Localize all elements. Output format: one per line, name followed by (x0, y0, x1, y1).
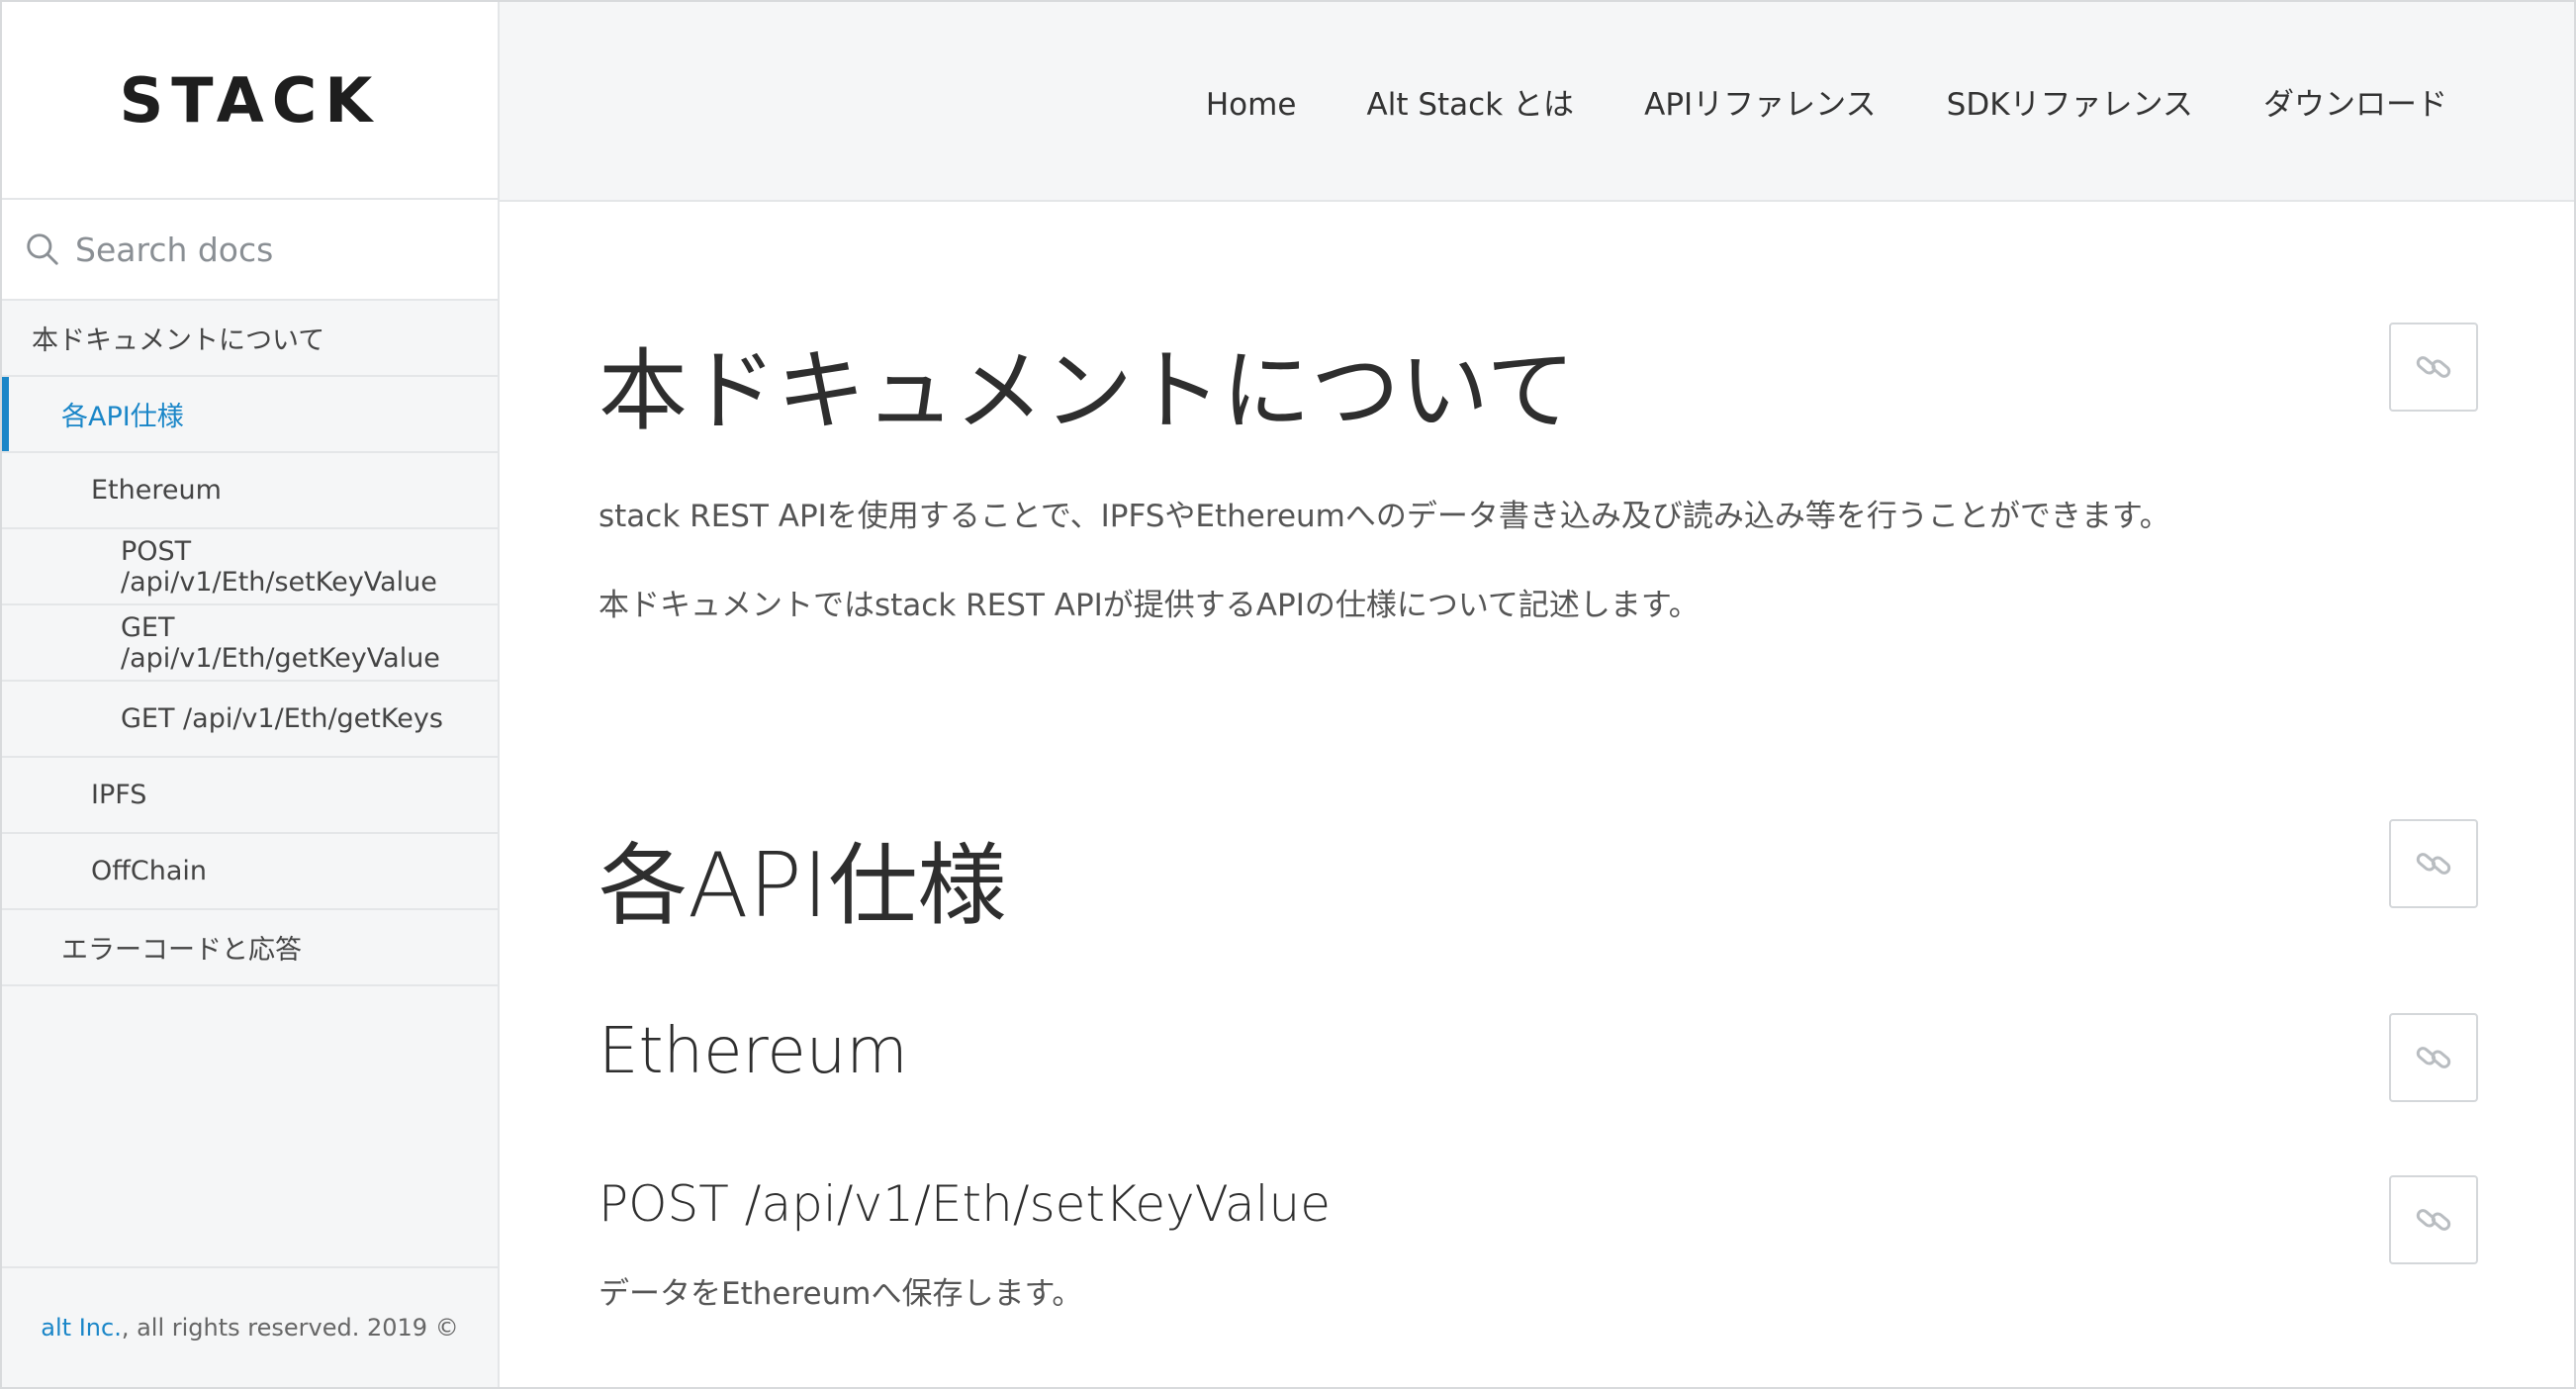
copyright-text: , all rights reserved. 2019 © (121, 1314, 459, 1342)
about-paragraph-1: stack REST APIを使用することで、IPFSやEthereumへのデー… (598, 499, 2170, 534)
sidebar-item-eth-getkeyvalue[interactable]: GET /api/v1/Eth/getKeyValue (2, 605, 498, 682)
sidebar-item-ethereum[interactable]: Ethereum (2, 453, 498, 529)
search-input[interactable] (75, 230, 471, 269)
app-window: STACK 本ドキュメントについて 各API仕様 Ethereum POST /… (0, 0, 2576, 1389)
nav-link-api-reference[interactable]: APIリファレンス (1644, 87, 1876, 123)
top-header: Home Alt Stack とは APIリファレンス SDKリファレンス ダウ… (500, 2, 2574, 202)
nav-link-home[interactable]: Home (1206, 87, 1297, 123)
nav-link-sdk-reference[interactable]: SDKリファレンス (1947, 87, 2193, 123)
post-setkeyvalue-description: データをEthereumへ保存します。 (598, 1276, 1083, 1312)
anchor-link-post-setkeyvalue[interactable] (2389, 1175, 2478, 1264)
sidebar-item-ipfs[interactable]: IPFS (2, 758, 498, 834)
heading-ethereum: Ethereum (598, 1015, 908, 1088)
sidebar-item-api-spec[interactable]: 各API仕様 (2, 377, 498, 453)
link-icon (2416, 1047, 2451, 1068)
link-icon (2416, 356, 2451, 378)
search-icon (27, 233, 58, 265)
heading-api-spec: 各API仕様 (598, 834, 1007, 938)
anchor-link-about[interactable] (2389, 323, 2478, 412)
sidebar-item-error-codes[interactable]: エラーコードと応答 (2, 910, 498, 986)
link-icon (2416, 853, 2451, 875)
nav-link-about-alt-stack[interactable]: Alt Stack とは (1367, 87, 1575, 123)
heading-about: 本ドキュメントについて (598, 339, 1576, 443)
sidebar-nav: 本ドキュメントについて 各API仕様 Ethereum POST /api/v1… (2, 301, 498, 986)
sidebar-footer: alt Inc. , all rights reserved. 2019 © (2, 1266, 498, 1387)
logo-area[interactable]: STACK (2, 2, 498, 200)
nav-link-download[interactable]: ダウンロード (2263, 87, 2447, 123)
logo[interactable]: STACK (120, 64, 381, 137)
anchor-link-ethereum[interactable] (2389, 1013, 2478, 1102)
link-icon (2416, 1209, 2451, 1231)
sidebar-item-about[interactable]: 本ドキュメントについて (2, 301, 498, 377)
about-paragraph-2: 本ドキュメントではstack REST APIが提供するAPIの仕様について記述… (598, 588, 1700, 623)
heading-post-setkeyvalue: POST /api/v1/Eth/setKeyValue (598, 1175, 1331, 1233)
search-bar (2, 200, 498, 301)
anchor-link-api-spec[interactable] (2389, 819, 2478, 908)
main-content: 本ドキュメントについて stack REST APIを使用することで、IPFSや… (500, 202, 2574, 1387)
sidebar-item-eth-getkeys[interactable]: GET /api/v1/Eth/getKeys (2, 682, 498, 758)
company-link[interactable]: alt Inc. (41, 1314, 122, 1342)
sidebar-item-eth-setkeyvalue[interactable]: POST /api/v1/Eth/setKeyValue (2, 529, 498, 605)
top-nav: Home Alt Stack とは APIリファレンス SDKリファレンス ダウ… (1141, 79, 2447, 124)
sidebar-item-offchain[interactable]: OffChain (2, 834, 498, 910)
sidebar: STACK 本ドキュメントについて 各API仕様 Ethereum POST /… (2, 2, 500, 1387)
